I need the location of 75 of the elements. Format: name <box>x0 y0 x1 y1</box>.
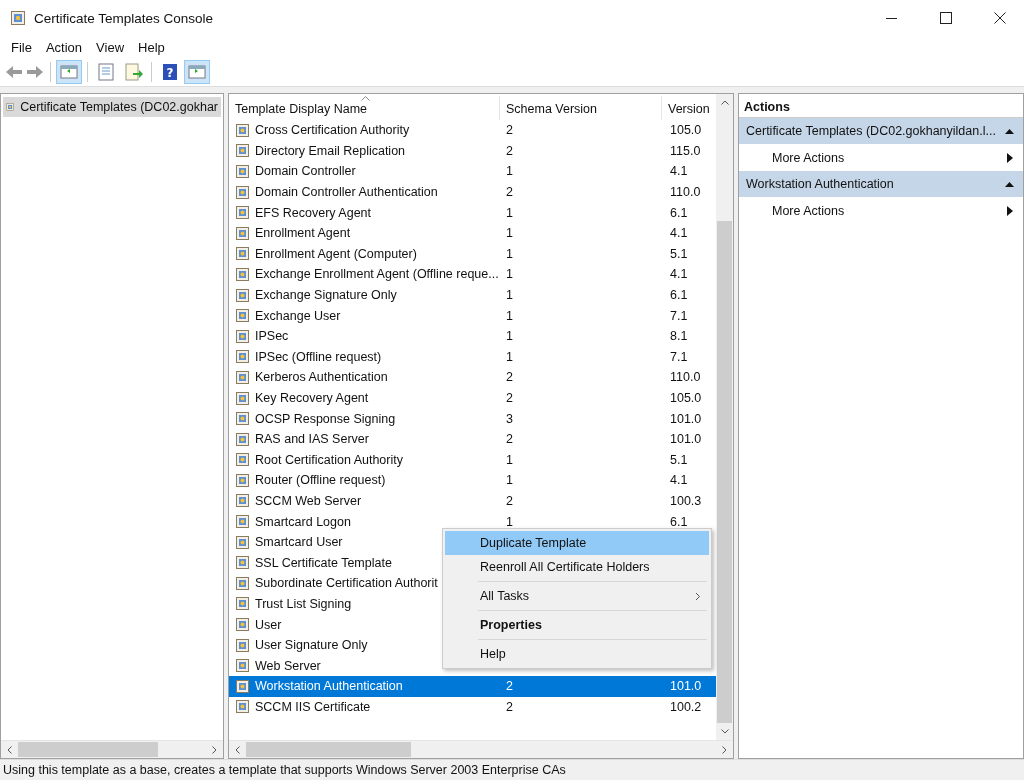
template-name: Workstation Authentication <box>255 679 403 694</box>
template-name: EFS Recovery Agent <box>255 205 372 220</box>
version: 100.2 <box>670 699 702 714</box>
version: 101.0 <box>670 432 702 447</box>
status-bar: Using this template as a base, creates a template that supports Windows Server 2003 Enterprise CAs <box>0 759 1024 780</box>
version: 7.1 <box>670 349 688 364</box>
template-name: SSL Certificate Template <box>255 555 392 570</box>
template-name: SCCM IIS Certificate <box>255 699 371 714</box>
schema-version: 2 <box>506 185 513 200</box>
template-name: Cross Certification Authority <box>255 123 410 138</box>
window-title: Certificate Templates Console <box>34 10 214 26</box>
template-name: Exchange Signature Only <box>255 288 397 303</box>
schema-version: 2 <box>506 494 513 508</box>
template-name: Key Recovery Agent <box>255 391 369 405</box>
template-name: Exchange User <box>255 308 341 323</box>
schema-version: 1 <box>506 164 513 179</box>
template-name: Directory Email Replication <box>255 143 406 158</box>
schema-version: 1 <box>506 329 513 344</box>
version: 105.0 <box>670 123 702 138</box>
template-name: Web Server <box>255 658 321 673</box>
schema-version: 1 <box>506 246 513 261</box>
template-name: Smartcard User <box>255 535 343 550</box>
version: 4.1 <box>670 226 688 241</box>
version: 6.1 <box>670 205 688 220</box>
schema-version: 1 <box>506 267 513 282</box>
schema-version: 1 <box>506 514 513 529</box>
template-name: IPSec <box>255 329 289 344</box>
schema-version: 2 <box>506 391 513 405</box>
version: 5.1 <box>670 452 688 467</box>
template-name: Kerberos Authentication <box>255 370 388 385</box>
schema-version: 1 <box>506 349 513 364</box>
template-name: SCCM Web Server <box>255 494 362 508</box>
template-name: User Signature Only <box>255 638 368 653</box>
template-name: Domain Controller <box>255 164 356 179</box>
template-name: Router (Offline request) <box>255 473 386 488</box>
version: 7.1 <box>670 308 688 323</box>
version: 6.1 <box>670 288 688 303</box>
schema-version: 1 <box>506 226 513 241</box>
version: 105.0 <box>670 391 702 405</box>
schema-version: 2 <box>506 699 513 714</box>
schema-version: 2 <box>506 143 513 158</box>
template-name: Enrollment Agent (Computer) <box>255 246 417 261</box>
version: 4.1 <box>670 267 688 282</box>
template-name: Subordinate Certification Authorit <box>255 576 438 591</box>
template-name: Smartcard Logon <box>255 514 351 529</box>
schema-version: 2 <box>506 432 513 447</box>
template-name: Exchange Enrollment Agent (Offline reque... <box>255 267 499 282</box>
version: 101.0 <box>670 411 702 426</box>
version: 110.0 <box>670 185 701 200</box>
version: 101.0 <box>670 679 702 694</box>
template-name: IPSec (Offline request) <box>255 349 382 364</box>
schema-version: 1 <box>506 308 513 323</box>
version: 115.0 <box>670 143 701 158</box>
template-name: OCSP Response Signing <box>255 411 396 426</box>
version: 110.0 <box>670 370 701 385</box>
schema-version: 1 <box>506 205 513 220</box>
version: 8.1 <box>670 329 688 344</box>
template-name: Enrollment Agent <box>255 226 351 241</box>
version: 4.1 <box>670 164 688 179</box>
schema-version: 1 <box>506 473 513 488</box>
version: 5.1 <box>670 246 688 261</box>
version: 4.1 <box>670 473 688 488</box>
schema-version: 1 <box>506 288 513 303</box>
schema-version: 2 <box>506 123 513 138</box>
schema-version: 2 <box>506 679 513 694</box>
template-name: RAS and IAS Server <box>255 432 369 447</box>
template-name: Domain Controller Authentication <box>255 185 438 200</box>
version: 6.1 <box>670 514 688 529</box>
template-name: User <box>255 617 282 632</box>
schema-version: 2 <box>506 370 513 385</box>
template-name: Trust List Signing <box>255 596 352 611</box>
version: 100.3 <box>670 494 702 508</box>
schema-version: 1 <box>506 452 513 467</box>
template-name: Root Certification Authority <box>255 452 403 467</box>
schema-version: 3 <box>506 411 513 426</box>
